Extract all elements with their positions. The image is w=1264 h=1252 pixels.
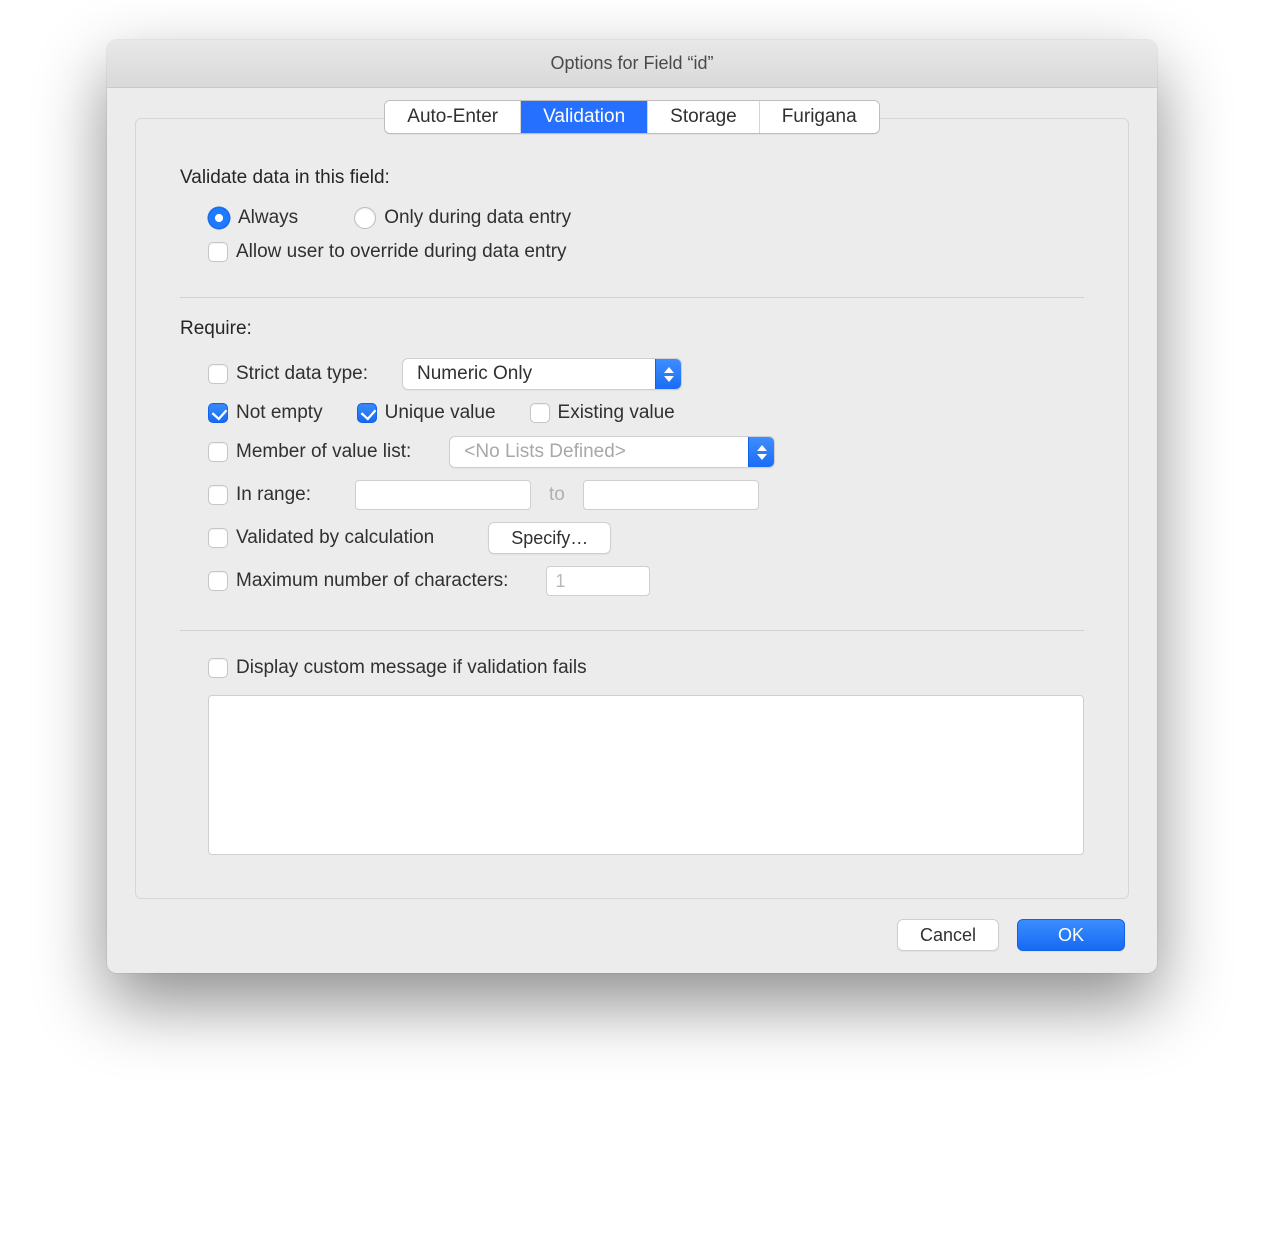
max-chars-row: Maximum number of characters: <box>208 560 1084 602</box>
member-row: Member of value list: <No Lists Defined> <box>208 430 1084 474</box>
checkbox-member-of-list[interactable]: Member of value list: <box>208 441 411 463</box>
specify-button[interactable]: Specify… <box>488 522 611 554</box>
titlebar: Options for Field “id” <box>107 40 1157 88</box>
radio-always-label: Always <box>238 207 298 229</box>
checkbox-validated-by-calc[interactable]: Validated by calculation <box>208 527 434 549</box>
checkbox-icon <box>530 403 550 423</box>
strict-type-value: Numeric Only <box>403 363 546 385</box>
radio-only-during-entry[interactable]: Only during data entry <box>354 207 571 229</box>
checkbox-icon <box>357 403 377 423</box>
divider <box>180 630 1084 631</box>
range-to-input[interactable] <box>583 480 759 510</box>
validate-when-row: Always Only during data entry <box>208 201 1084 235</box>
checkbox-existing-value[interactable]: Existing value <box>530 402 675 424</box>
range-to-label: to <box>543 484 571 506</box>
ok-button[interactable]: OK <box>1017 919 1125 951</box>
checkbox-strict-type[interactable]: Strict data type: <box>208 363 368 385</box>
checkbox-icon <box>208 242 228 262</box>
tab-bar: Auto-Enter Validation Storage Furigana <box>384 100 879 134</box>
strict-type-select[interactable]: Numeric Only <box>402 358 682 390</box>
checkbox-icon <box>208 485 228 505</box>
require-section: Require: Strict data type: Numeric Only <box>180 308 1084 620</box>
checkbox-in-range[interactable]: In range: <box>208 484 311 506</box>
custom-message-row: Display custom message if validation fai… <box>208 651 1084 685</box>
divider <box>180 297 1084 298</box>
dialog-content: Auto-Enter Validation Storage Furigana V… <box>107 88 1157 973</box>
radio-dot-icon <box>208 207 230 229</box>
range-from-input[interactable] <box>355 480 531 510</box>
checkbox-icon <box>208 364 228 384</box>
tab-furigana[interactable]: Furigana <box>760 101 879 133</box>
checkbox-icon <box>208 658 228 678</box>
radio-always[interactable]: Always <box>208 207 298 229</box>
dialog-footer: Cancel OK <box>135 899 1129 951</box>
custom-message-textarea[interactable] <box>208 695 1084 855</box>
validate-section: Validate data in this field: Always Only… <box>180 157 1084 287</box>
stepper-icon <box>748 437 774 467</box>
checkbox-allow-override[interactable]: Allow user to override during data entry <box>208 241 567 263</box>
tab-storage[interactable]: Storage <box>648 101 760 133</box>
in-range-row: In range: to <box>208 474 1084 516</box>
tabs-container: Auto-Enter Validation Storage Furigana <box>135 100 1129 134</box>
radio-only-during-label: Only during data entry <box>384 207 571 229</box>
stepper-icon <box>655 359 681 389</box>
value-list-value: <No Lists Defined> <box>450 441 640 463</box>
checkbox-unique-value[interactable]: Unique value <box>357 402 496 424</box>
calc-row: Validated by calculation Specify… <box>208 516 1084 560</box>
checkbox-icon <box>208 403 228 423</box>
not-empty-label: Not empty <box>236 402 323 424</box>
validation-panel: Validate data in this field: Always Only… <box>135 118 1129 899</box>
in-range-label: In range: <box>236 484 311 506</box>
validate-heading: Validate data in this field: <box>180 167 1084 189</box>
checkbox-max-chars[interactable]: Maximum number of characters: <box>208 570 508 592</box>
unique-label: Unique value <box>385 402 496 424</box>
cancel-button[interactable]: Cancel <box>897 919 999 951</box>
tab-auto-enter[interactable]: Auto-Enter <box>385 101 521 133</box>
max-chars-label: Maximum number of characters: <box>236 570 508 592</box>
tab-validation[interactable]: Validation <box>521 101 648 133</box>
window-title: Options for Field “id” <box>550 53 713 74</box>
member-label: Member of value list: <box>236 441 411 463</box>
calc-label: Validated by calculation <box>236 527 434 549</box>
value-list-select[interactable]: <No Lists Defined> <box>449 436 775 468</box>
strict-type-row: Strict data type: Numeric Only <box>208 352 1084 396</box>
checkbox-icon <box>208 442 228 462</box>
allow-override-label: Allow user to override during data entry <box>236 241 567 263</box>
checkbox-not-empty[interactable]: Not empty <box>208 402 323 424</box>
message-section: Display custom message if validation fai… <box>180 641 1084 878</box>
existing-label: Existing value <box>558 402 675 424</box>
require-heading: Require: <box>180 318 1084 340</box>
radio-dot-icon <box>354 207 376 229</box>
flags-row: Not empty Unique value Existing value <box>208 396 1084 430</box>
custom-message-label: Display custom message if validation fai… <box>236 657 587 679</box>
options-dialog: Options for Field “id” Auto-Enter Valida… <box>107 40 1157 973</box>
checkbox-icon <box>208 528 228 548</box>
allow-override-row: Allow user to override during data entry <box>208 235 1084 269</box>
strict-type-label: Strict data type: <box>236 363 368 385</box>
checkbox-custom-message[interactable]: Display custom message if validation fai… <box>208 657 587 679</box>
checkbox-icon <box>208 571 228 591</box>
max-chars-input[interactable] <box>546 566 650 596</box>
